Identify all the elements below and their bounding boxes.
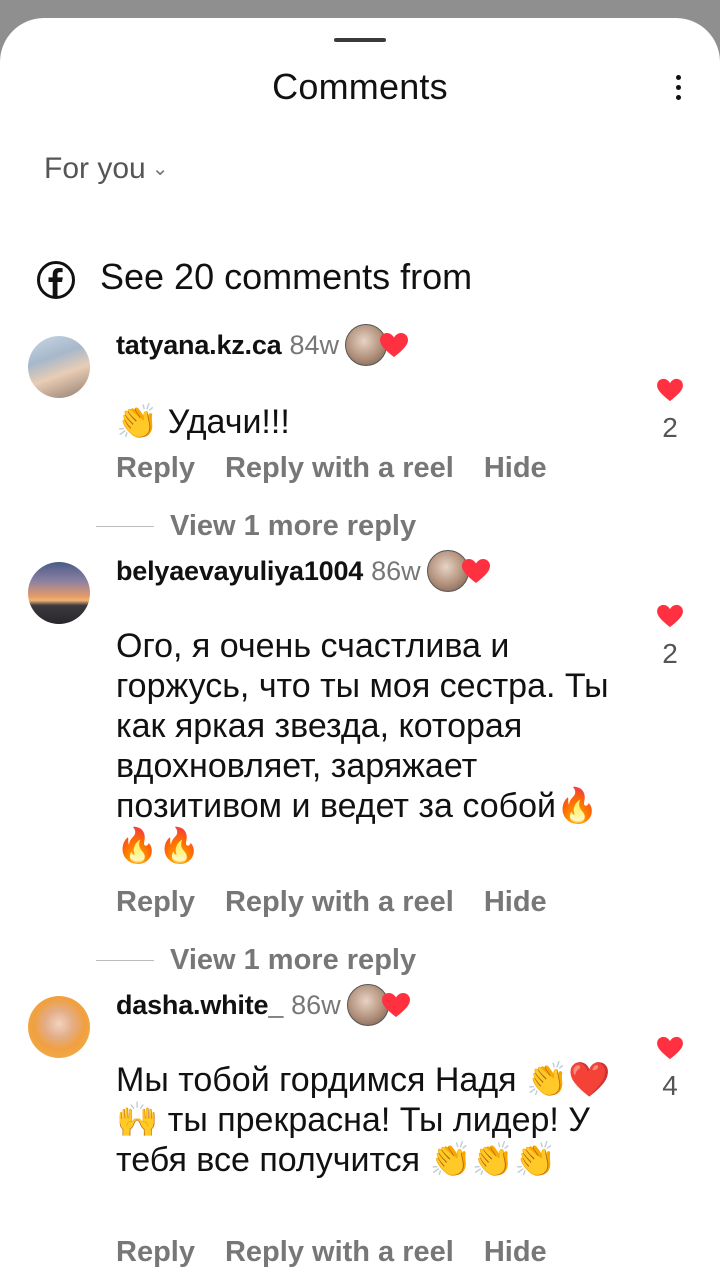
username[interactable]: tatyana.kz.ca	[116, 330, 282, 360]
drag-handle[interactable]	[334, 38, 386, 42]
heart-icon	[657, 604, 683, 628]
comment-meta: belyaevayuliya1004 86w	[116, 550, 493, 598]
username[interactable]: belyaevayuliya1004	[116, 556, 363, 586]
heart-icon	[381, 993, 410, 1017]
comment-text: Мы тобой гордимся Надя 👏❤️🙌 ты прекрасна…	[116, 1061, 611, 1179]
timestamp: 86w	[371, 556, 421, 587]
avatar[interactable]	[28, 996, 90, 1058]
timestamp: 84w	[289, 330, 340, 361]
avatar[interactable]	[28, 336, 90, 398]
like-button[interactable]: 2	[650, 604, 690, 670]
view-more-replies[interactable]: View 1 more reply	[96, 944, 416, 977]
divider-line	[96, 526, 154, 527]
like-count: 2	[662, 412, 678, 443]
creator-liked-badge	[426, 550, 493, 594]
heart-icon	[461, 559, 490, 583]
divider-line	[96, 960, 154, 961]
reply-button[interactable]: Reply	[116, 886, 195, 918]
comment-meta: dasha.white_ 86w	[116, 984, 413, 1032]
avatar[interactable]	[28, 562, 90, 624]
hide-button[interactable]: Hide	[484, 1236, 547, 1268]
comment-actions: Reply Reply with a reel Hide	[116, 1236, 577, 1269]
reply-with-reel-button[interactable]: Reply with a reel	[225, 452, 454, 484]
heart-icon	[380, 333, 409, 357]
sheet-title: Comments	[272, 66, 448, 107]
creator-liked-badge	[345, 324, 411, 368]
comment-actions: Reply Reply with a reel Hide	[116, 452, 577, 485]
reply-with-reel-button[interactable]: Reply with a reel	[225, 886, 454, 918]
comment-actions: Reply Reply with a reel Hide	[116, 886, 577, 919]
comments-sheet: Comments For you ⌄ See 20 comments from t…	[0, 18, 720, 1272]
like-button[interactable]: 2	[650, 378, 690, 444]
reply-button[interactable]: Reply	[116, 1236, 195, 1268]
more-options-icon[interactable]	[664, 70, 692, 106]
comment-text: 👏 Удачи!!!	[116, 403, 290, 441]
like-count: 2	[662, 638, 678, 669]
sort-filter-dropdown[interactable]: For you ⌄	[44, 152, 168, 186]
facebook-icon	[37, 261, 75, 299]
view-more-label: View 1 more reply	[170, 510, 417, 542]
like-count: 4	[662, 1070, 678, 1101]
timestamp: 86w	[291, 990, 341, 1021]
comment-text: Ого, я очень счастлива и горжусь, что ты…	[116, 627, 609, 865]
sort-filter-label: For you	[44, 152, 146, 185]
heart-icon	[657, 1036, 683, 1060]
username[interactable]: dasha.white_	[116, 990, 283, 1020]
view-more-label: View 1 more reply	[170, 944, 417, 976]
hide-button[interactable]: Hide	[484, 886, 547, 918]
chevron-down-icon: ⌄	[151, 158, 169, 180]
reply-button[interactable]: Reply	[116, 452, 195, 484]
hide-button[interactable]: Hide	[484, 452, 547, 484]
reply-with-reel-button[interactable]: Reply with a reel	[225, 1236, 454, 1268]
facebook-comments-text: See 20 comments from	[100, 256, 473, 297]
comment-meta: tatyana.kz.ca 84w	[116, 324, 411, 372]
creator-liked-badge	[346, 984, 413, 1028]
heart-icon	[657, 378, 683, 402]
like-button[interactable]: 4	[650, 1036, 690, 1102]
view-more-replies[interactable]: View 1 more reply	[96, 510, 416, 543]
